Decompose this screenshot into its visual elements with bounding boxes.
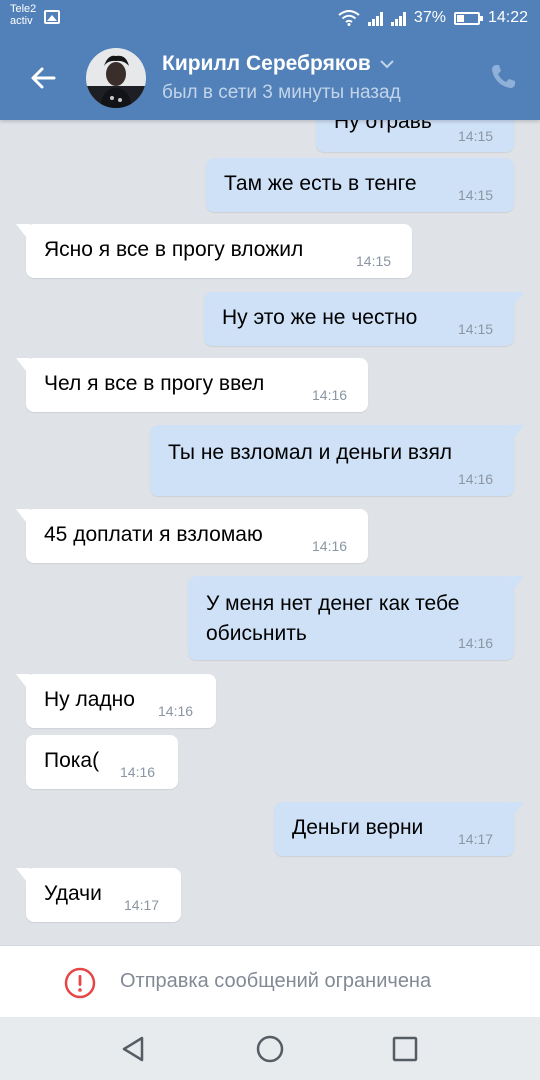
contact-name[interactable]: Кирилл Серебряков xyxy=(162,52,395,76)
message-outgoing[interactable]: У меня нет денег как тебе обисьнить 14:1… xyxy=(188,576,524,660)
chevron-down-icon[interactable] xyxy=(379,59,395,69)
message-time: 14:15 xyxy=(458,128,494,144)
message-outgoing[interactable]: Деньги верни 14:17 xyxy=(274,802,524,856)
battery-percent: 37% xyxy=(413,9,446,26)
phone-icon[interactable] xyxy=(488,62,518,92)
message-time: 14:15 xyxy=(356,253,392,269)
status-icons: 37% 14:22 xyxy=(338,8,528,28)
message-incoming[interactable]: Удачи 14:17 xyxy=(16,868,181,922)
message-incoming[interactable]: 45 доплати я взломаю 14:16 xyxy=(16,509,368,563)
message-text: 45 доплати я взломаю xyxy=(44,523,263,546)
carrier-sub: activ xyxy=(10,15,33,27)
avatar[interactable] xyxy=(86,48,146,108)
nav-back-icon[interactable] xyxy=(118,1033,150,1065)
wifi-icon xyxy=(338,10,360,26)
message-time: 14:16 xyxy=(158,703,194,719)
message-incoming[interactable]: Ну ладно 14:16 xyxy=(16,674,216,728)
message-text: Ну ладно xyxy=(44,688,135,711)
nav-recents-icon[interactable] xyxy=(389,1033,421,1065)
messaging-restricted-bar: Отправка сообщений ограничена xyxy=(0,945,540,1017)
message-time: 14:16 xyxy=(312,538,348,554)
carrier-name: Tele2 xyxy=(10,3,37,15)
message-text: Ты не взломал и деньги взял xyxy=(168,441,453,464)
contact-name-text: Кирилл Серебряков xyxy=(162,52,371,75)
message-list[interactable]: Ну отравь 14:15 Там же есть в тенге 14:1… xyxy=(0,120,540,945)
message-outgoing[interactable]: Ну это же не честно 14:15 xyxy=(204,292,524,346)
nav-home-icon[interactable] xyxy=(254,1033,286,1065)
message-incoming[interactable]: Чел я все в прогу ввел 14:16 xyxy=(16,358,368,412)
message-time: 14:15 xyxy=(458,187,494,203)
message-time: 14:16 xyxy=(458,635,494,651)
system-nav-bar xyxy=(0,1017,540,1080)
message-time: 14:16 xyxy=(458,471,494,487)
signal-icon xyxy=(367,10,383,26)
message-time: 14:17 xyxy=(458,831,494,847)
message-text-line2: обисьнить xyxy=(206,622,307,645)
message-incoming[interactable]: Пока( 14:16 xyxy=(26,735,178,789)
clock: 14:22 xyxy=(487,9,528,26)
message-time: 14:15 xyxy=(458,321,494,337)
message-text: Ясно я все в прогу вложил xyxy=(44,238,304,261)
message-time: 14:16 xyxy=(120,764,156,780)
message-time: 14:17 xyxy=(124,897,160,913)
message-text: Удачи xyxy=(44,882,102,905)
restriction-label: Отправка сообщений ограничена xyxy=(120,970,432,992)
message-time: 14:16 xyxy=(312,387,348,403)
chat-header: Кирилл Серебряков был в сети 3 минуты на… xyxy=(0,36,540,120)
status-bar: Tele2 activ 37% 14:22 xyxy=(0,0,540,36)
message-text: Чел я все в прогу ввел xyxy=(44,372,265,395)
image-icon xyxy=(44,10,60,24)
message-text: Ну это же не честно xyxy=(222,306,418,329)
message-outgoing[interactable]: Ну отравь 14:15 xyxy=(316,120,524,152)
message-text: Там же есть в тенге xyxy=(224,172,417,195)
carrier-label: Tele2 activ xyxy=(10,3,36,27)
message-text: Пока( xyxy=(44,749,100,772)
message-outgoing[interactable]: Ты не взломал и деньги взял 14:16 xyxy=(150,425,524,496)
message-incoming[interactable]: Ясно я все в прогу вложил 14:15 xyxy=(16,224,412,278)
message-text: Деньги верни xyxy=(292,816,424,839)
message-text: Ну отравь xyxy=(334,120,432,133)
message-outgoing[interactable]: Там же есть в тенге 14:15 xyxy=(206,158,514,212)
signal-icon xyxy=(390,10,406,26)
back-arrow-icon[interactable] xyxy=(24,58,64,98)
message-text: У меня нет денег как тебе xyxy=(206,592,460,615)
contact-status: был в сети 3 минуты назад xyxy=(162,82,401,103)
battery-icon xyxy=(453,11,483,25)
alert-circle-icon xyxy=(64,967,96,999)
